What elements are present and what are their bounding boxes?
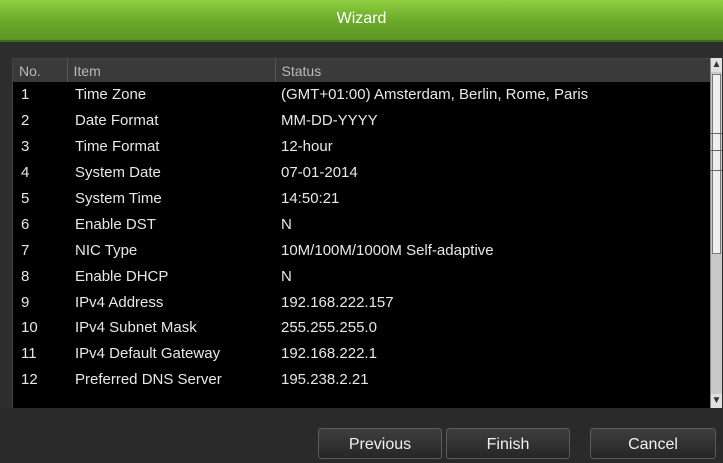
row-number: 1 xyxy=(21,86,30,104)
wizard-window: Wizard No. Item Status 1 Time Zone (GMT+01… xyxy=(0,0,723,463)
row-item: Time Format xyxy=(75,138,160,156)
row-status: 255.255.255.0 xyxy=(281,319,377,337)
table-row[interactable]: 4 System Date 07-01-2014 xyxy=(13,160,711,186)
scroll-up-icon[interactable]: ▲ xyxy=(711,58,722,72)
row-status: 14:50:21 xyxy=(281,190,340,207)
scroll-tick xyxy=(711,133,722,134)
row-status: 192.168.222.157 xyxy=(281,293,394,311)
row-number: 12 xyxy=(21,371,38,389)
column-header-item[interactable]: Item xyxy=(67,59,276,82)
row-item: IPv4 Default Gateway xyxy=(75,345,221,363)
table-header-row: No. Item Status xyxy=(13,59,711,82)
row-number: 11 xyxy=(21,345,37,363)
row-item: NIC Type xyxy=(75,241,138,259)
vertical-scrollbar[interactable]: ▲ ▼ xyxy=(710,58,722,408)
row-number: 10 xyxy=(21,319,38,337)
previous-button[interactable]: Previous xyxy=(318,428,442,459)
row-item: Enable DHCP xyxy=(75,267,169,285)
window-title: Wizard xyxy=(0,0,723,42)
column-header-no[interactable]: No. xyxy=(13,59,68,82)
row-number: 4 xyxy=(21,164,30,182)
row-status: 12-hour xyxy=(281,138,333,156)
table-row[interactable]: 6 Enable DST N xyxy=(13,211,711,237)
row-item: IPv4 Address xyxy=(75,293,164,311)
table-row[interactable]: 11 IPv4 Default Gateway 192.168.222.1 xyxy=(13,341,711,367)
finish-button[interactable]: Finish xyxy=(446,428,570,459)
row-item: IPv4 Subnet Mask xyxy=(75,319,197,337)
row-number: 5 xyxy=(21,190,30,207)
table-row[interactable]: 8 Enable DHCP N xyxy=(13,263,711,289)
table-row[interactable]: 7 NIC Type 10M/100M/1000M Self-adaptive xyxy=(13,237,711,263)
scroll-thumb[interactable] xyxy=(712,74,721,254)
row-status: 10M/100M/1000M Self-adaptive xyxy=(281,241,494,259)
button-bar: Previous Finish Cancel xyxy=(0,408,723,463)
row-number: 8 xyxy=(21,267,30,285)
row-number: 7 xyxy=(21,241,30,259)
row-status: (GMT+01:00) Amsterdam, Berlin, Rome, Par… xyxy=(281,86,589,104)
table-row[interactable]: 1 Time Zone (GMT+01:00) Amsterdam, Berlin,… xyxy=(13,82,711,108)
row-number: 2 xyxy=(21,112,30,130)
settings-table: No. Item Status 1 Time Zone (GMT+01:00) Am… xyxy=(12,58,714,410)
row-number: 3 xyxy=(21,138,30,156)
row-number: 6 xyxy=(21,215,30,233)
cancel-button[interactable]: Cancel xyxy=(590,428,716,459)
row-item: System Date xyxy=(75,164,161,182)
row-item: System Time xyxy=(75,190,162,207)
row-item: Preferred DNS Server xyxy=(75,371,222,389)
scroll-tick xyxy=(711,150,722,151)
row-item: Time Zone xyxy=(75,86,147,104)
row-status: MM-DD-YYYY xyxy=(281,112,378,130)
row-status: N xyxy=(281,267,292,285)
row-item: Date Format xyxy=(75,112,159,130)
row-status: 07-01-2014 xyxy=(281,164,358,182)
row-status: N xyxy=(281,215,292,233)
scroll-tick xyxy=(711,170,722,171)
column-header-status[interactable]: Status xyxy=(275,59,711,82)
table-row[interactable]: 3 Time Format 12-hour xyxy=(13,134,711,160)
table-row[interactable]: 5 System Time 14:50:21 xyxy=(13,186,711,212)
row-item: Enable DST xyxy=(75,215,156,233)
scroll-down-icon[interactable]: ▼ xyxy=(711,394,722,408)
row-number: 9 xyxy=(21,293,30,311)
table-row[interactable]: 9 IPv4 Address 192.168.222.157 xyxy=(13,289,711,315)
row-status: 192.168.222.1 xyxy=(281,345,377,363)
table-row[interactable]: 10 IPv4 Subnet Mask 255.255.255.0 xyxy=(13,315,711,341)
table-row[interactable]: 12 Preferred DNS Server 195.238.2.21 xyxy=(13,367,711,393)
row-status: 195.238.2.21 xyxy=(281,371,369,389)
table-row[interactable]: 2 Date Format MM-DD-YYYY xyxy=(13,108,711,134)
